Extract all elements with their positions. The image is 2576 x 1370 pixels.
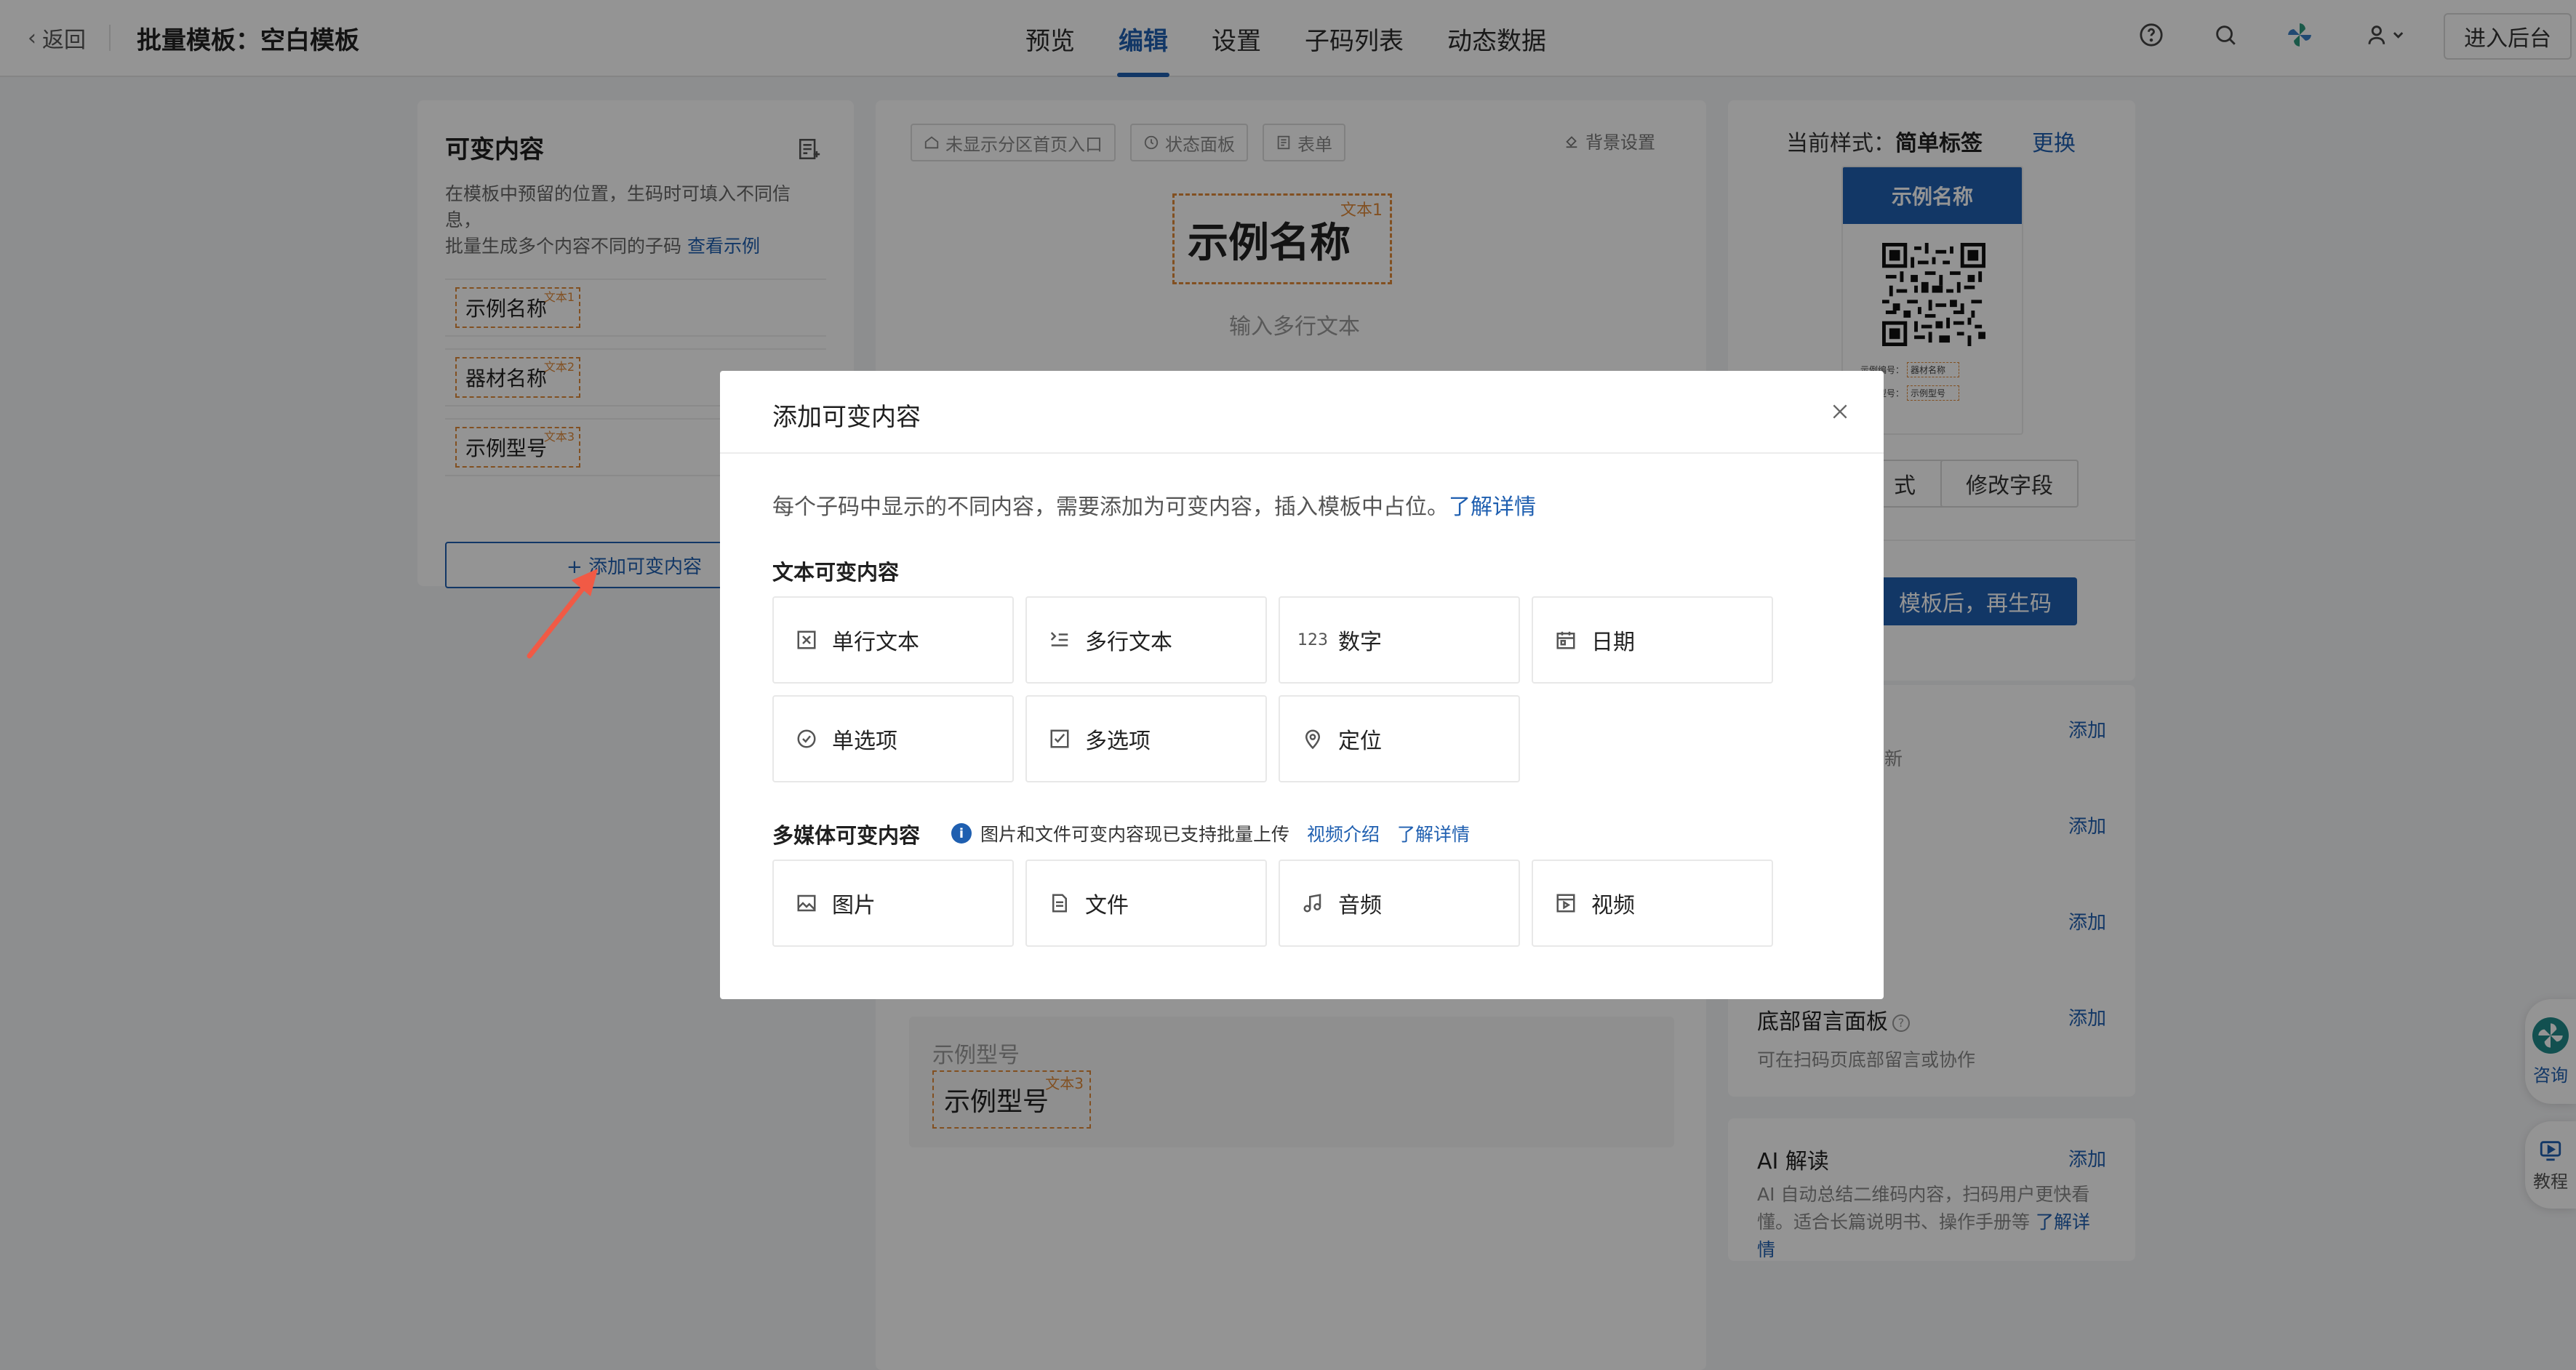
option-label: 数字	[1338, 630, 1382, 655]
dialog-title: 添加可变内容	[772, 403, 921, 432]
option-audio[interactable]: 音频	[1279, 860, 1520, 947]
option-label: 单选项	[832, 729, 897, 754]
media-section-title: 多媒体可变内容	[772, 823, 921, 848]
option-single-choice[interactable]: 单选项	[772, 695, 1014, 782]
location-pin-icon	[1300, 726, 1325, 751]
option-label: 音频	[1338, 893, 1382, 918]
option-video[interactable]: 视频	[1532, 860, 1773, 947]
option-label: 多行文本	[1085, 630, 1172, 655]
option-number[interactable]: 123 数字	[1279, 596, 1520, 684]
option-label: 多选项	[1085, 729, 1151, 754]
dialog-description: 每个子码中显示的不同内容，需要添加为可变内容，插入模板中占位。了解详情	[772, 489, 1536, 521]
multi-line-text-icon	[1047, 628, 1072, 652]
calendar-icon	[1553, 628, 1578, 652]
dialog-header: 添加可变内容	[720, 371, 1884, 454]
media-note-text: 图片和文件可变内容现已支持批量上传	[980, 824, 1290, 845]
video-intro-link[interactable]: 视频介绍	[1307, 820, 1380, 846]
file-icon	[1047, 891, 1072, 916]
option-label: 视频	[1591, 893, 1635, 918]
option-label: 图片	[832, 893, 876, 918]
close-icon[interactable]	[1825, 397, 1855, 426]
media-note: i 图片和文件可变内容现已支持批量上传 视频介绍 了解详情	[951, 820, 1470, 846]
option-label: 日期	[1591, 630, 1635, 655]
option-date[interactable]: 日期	[1532, 596, 1773, 684]
music-note-icon	[1300, 891, 1325, 916]
single-line-text-icon	[794, 628, 819, 652]
media-learn-more-link[interactable]: 了解详情	[1397, 820, 1470, 846]
add-variable-dialog: 添加可变内容 每个子码中显示的不同内容，需要添加为可变内容，插入模板中占位。了解…	[720, 371, 1884, 999]
option-location[interactable]: 定位	[1279, 695, 1520, 782]
option-label: 文件	[1085, 893, 1129, 918]
option-label: 定位	[1338, 729, 1382, 754]
info-icon: i	[951, 823, 972, 844]
option-label: 单行文本	[832, 630, 919, 655]
option-image[interactable]: 图片	[772, 860, 1014, 947]
video-icon	[1553, 891, 1578, 916]
text-section-title: 文本可变内容	[772, 560, 900, 585]
option-multi-line-text[interactable]: 多行文本	[1025, 596, 1267, 684]
image-icon	[794, 891, 819, 916]
red-arrow-annotation	[527, 569, 598, 659]
option-single-line-text[interactable]: 单行文本	[772, 596, 1014, 684]
dialog-desc-text: 每个子码中显示的不同内容，需要添加为可变内容，插入模板中占位。	[772, 494, 1449, 520]
option-multi-choice[interactable]: 多选项	[1025, 695, 1267, 782]
number-icon: 123	[1297, 630, 1328, 649]
checkbox-icon	[1047, 726, 1072, 751]
learn-more-link[interactable]: 了解详情	[1449, 494, 1536, 520]
radio-check-icon	[794, 726, 819, 751]
option-file[interactable]: 文件	[1025, 860, 1267, 947]
